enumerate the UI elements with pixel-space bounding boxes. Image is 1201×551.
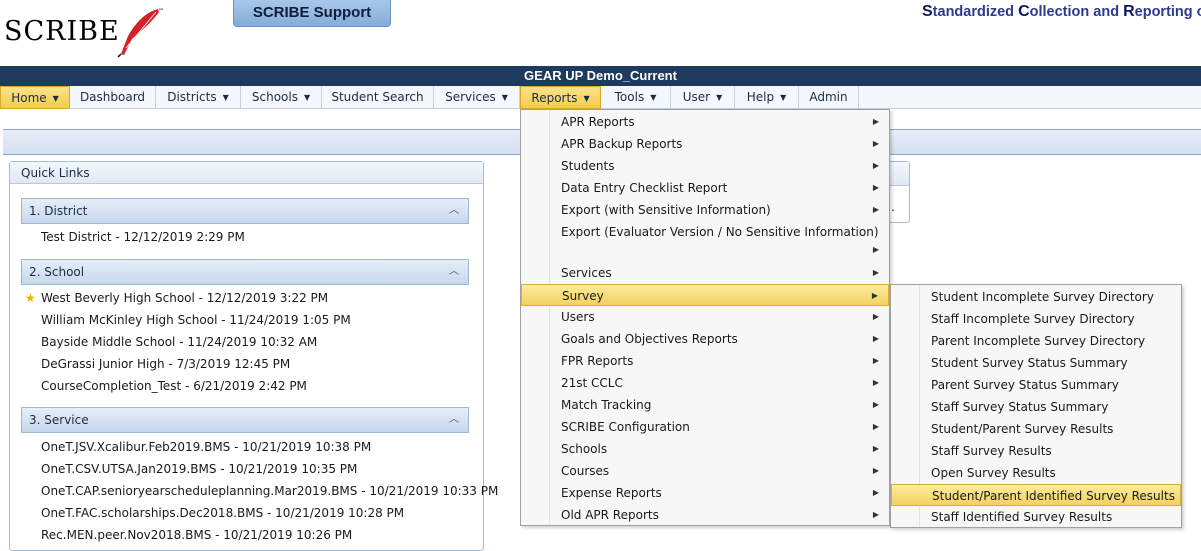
nav-student-search[interactable]: Student Search (322, 86, 434, 109)
survey-student-parent-results[interactable]: Student/Parent Survey Results (891, 418, 1181, 440)
menu-item-21st-cclc[interactable]: 21st CCLC ▶ (521, 372, 889, 394)
menu-item-courses[interactable]: Courses ▶ (521, 460, 889, 482)
chevron-down-icon: ▼ (583, 94, 590, 103)
menu-item-goals-objectives[interactable]: Goals and Objectives Reports ▶ (521, 328, 889, 350)
survey-student-parent-identified-results[interactable]: Student/Parent Identified Survey Results (891, 484, 1181, 506)
submenu-arrow-icon: ▶ (872, 334, 879, 343)
nav-admin[interactable]: Admin (799, 86, 859, 109)
menu-item-scribe-configuration[interactable]: SCRIBE Configuration ▶ (521, 416, 889, 438)
menu-item-export-sensitive[interactable]: Export (with Sensitive Information) ▶ (521, 199, 889, 221)
section-district-header[interactable]: 1. District ︿ (21, 198, 469, 224)
survey-open-results[interactable]: Open Survey Results (891, 462, 1181, 484)
survey-staff-results[interactable]: Staff Survey Results (891, 440, 1181, 462)
app-header: SCRIBE ™ SCRIBE Support Standardized Col… (0, 0, 1201, 66)
nav-tools[interactable]: Tools ▼ (601, 86, 671, 109)
quick-link-item[interactable]: OneT.JSV.Xcalibur.Feb2019.BMS - 10/21/20… (41, 440, 371, 454)
menu-item-apr-reports[interactable]: APR Reports ▶ (521, 111, 889, 133)
menu-item-expense-reports[interactable]: Expense Reports ▶ (521, 482, 889, 504)
submenu-arrow-icon: ▶ (872, 312, 879, 321)
quick-link-item[interactable]: DeGrassi Junior High - 7/3/2019 12:45 PM (41, 357, 290, 371)
quick-link-item[interactable]: OneT.FAC.scholarships.Dec2018.BMS - 10/2… (41, 506, 404, 520)
submenu-arrow-icon: ▶ (872, 245, 879, 254)
survey-parent-incomplete-directory[interactable]: Parent Incomplete Survey Directory (891, 330, 1181, 352)
survey-staff-incomplete-directory[interactable]: Staff Incomplete Survey Directory (891, 308, 1181, 330)
quick-link-item[interactable]: CourseCompletion_Test - 6/21/2019 2:42 P… (41, 379, 307, 393)
chevron-down-icon: ▼ (303, 93, 311, 102)
menu-item-students[interactable]: Students ▶ (521, 155, 889, 177)
chevron-up-icon[interactable]: ︿ (449, 199, 459, 223)
chevron-up-icon[interactable]: ︿ (449, 408, 459, 432)
survey-parent-status-summary[interactable]: Parent Survey Status Summary (891, 374, 1181, 396)
scribe-support-button[interactable]: SCRIBE Support (233, 0, 391, 27)
main-nav: Home ▼ Dashboard Districts ▼ Schools ▼ Stud… (0, 86, 1201, 109)
survey-staff-status-summary[interactable]: Staff Survey Status Summary (891, 396, 1181, 418)
nav-dashboard[interactable]: Dashboard (70, 86, 156, 109)
quick-link-item[interactable]: Bayside Middle School - 11/24/2019 10:32… (41, 335, 317, 349)
tagline: Standardized Collection and Reporting o (922, 3, 1201, 20)
menu-item-services[interactable]: Services ▶ (521, 262, 889, 284)
chevron-up-icon[interactable]: ︿ (449, 260, 459, 284)
quick-link-item[interactable]: West Beverly High School - 12/12/2019 3:… (41, 291, 328, 305)
nav-schools[interactable]: Schools ▼ (241, 86, 322, 109)
quick-link-item[interactable]: OneT.CAP.senioryearscheduleplanning.Mar2… (41, 484, 498, 498)
submenu-arrow-icon: ▶ (872, 422, 879, 431)
quill-feather-icon (117, 9, 159, 58)
chevron-down-icon: ▼ (780, 93, 787, 102)
nav-reports[interactable]: Reports ▼ (520, 86, 601, 109)
menu-item-blank[interactable]: ▶ (521, 239, 889, 261)
nav-help[interactable]: Help ▼ (735, 86, 799, 109)
quick-link-item[interactable]: William McKinley High School - 11/24/201… (41, 313, 351, 327)
chevron-down-icon: ▼ (222, 93, 229, 102)
submenu-arrow-icon: ▶ (872, 488, 879, 497)
quick-link-item[interactable]: Test District - 12/12/2019 2:29 PM (41, 230, 245, 244)
menu-item-users[interactable]: Users ▶ (521, 306, 889, 328)
menu-item-old-apr-reports[interactable]: Old APR Reports ▶ (521, 504, 889, 526)
submenu-arrow-icon: ▶ (872, 183, 879, 192)
nav-home[interactable]: Home ▼ (0, 86, 70, 109)
scribe-logo[interactable]: SCRIBE (4, 16, 120, 47)
chevron-down-icon: ▼ (52, 94, 59, 103)
submenu-arrow-icon: ▶ (872, 139, 879, 148)
quick-links-title: Quick Links (10, 162, 483, 184)
section-school-header[interactable]: 2. School ︿ (21, 259, 469, 285)
submenu-arrow-icon: ▶ (872, 205, 879, 214)
menu-item-fpr-reports[interactable]: FPR Reports ▶ (521, 350, 889, 372)
project-title-bar: GEAR UP Demo_Current (0, 66, 1201, 86)
survey-student-status-summary[interactable]: Student Survey Status Summary (891, 352, 1181, 374)
nav-services[interactable]: Services ▼ (434, 86, 520, 109)
menu-item-survey[interactable]: Survey ▶ (521, 284, 889, 306)
chevron-down-icon: ▼ (650, 93, 657, 102)
submenu-arrow-icon: ▶ (872, 378, 879, 387)
survey-student-incomplete-directory[interactable]: Student Incomplete Survey Directory (891, 286, 1181, 308)
reports-dropdown-menu: APR Reports ▶ APR Backup Reports ▶ Student… (520, 109, 890, 526)
menu-item-data-entry-checklist[interactable]: Data Entry Checklist Report ▶ (521, 177, 889, 199)
menu-item-apr-backup-reports[interactable]: APR Backup Reports ▶ (521, 133, 889, 155)
survey-staff-identified-results[interactable]: Staff Identified Survey Results (891, 506, 1181, 528)
survey-submenu: Student Incomplete Survey Directory Staf… (890, 284, 1182, 528)
chevron-down-icon: ▼ (716, 93, 723, 102)
menu-item-schools[interactable]: Schools ▶ (521, 438, 889, 460)
quick-link-item[interactable]: OneT.CSV.UTSA.Jan2019.BMS - 10/21/2019 1… (41, 462, 357, 476)
submenu-arrow-icon: ▶ (872, 356, 879, 365)
menu-item-match-tracking[interactable]: Match Tracking ▶ (521, 394, 889, 416)
chevron-down-icon: ▼ (501, 93, 508, 102)
submenu-arrow-icon: ▶ (872, 444, 879, 453)
nav-user[interactable]: User ▼ (671, 86, 735, 109)
submenu-arrow-icon: ▶ (872, 466, 879, 475)
submenu-arrow-icon: ▶ (871, 291, 878, 300)
nav-districts[interactable]: Districts ▼ (156, 86, 241, 109)
submenu-arrow-icon: ▶ (872, 400, 879, 409)
quick-links-panel: Quick Links 1. District ︿ Test District … (9, 161, 498, 551)
submenu-arrow-icon: ▶ (872, 268, 879, 277)
background-panel: . (888, 161, 910, 223)
submenu-arrow-icon: ▶ (872, 510, 879, 519)
submenu-arrow-icon: ▶ (872, 161, 879, 170)
section-service-header[interactable]: 3. Service ︿ (21, 407, 469, 433)
submenu-arrow-icon: ▶ (872, 117, 879, 126)
quick-link-item[interactable]: Rec.MEN.peer.Nov2018.BMS - 10/21/2019 10… (41, 528, 352, 542)
favorite-star-icon: ★ (25, 291, 36, 305)
